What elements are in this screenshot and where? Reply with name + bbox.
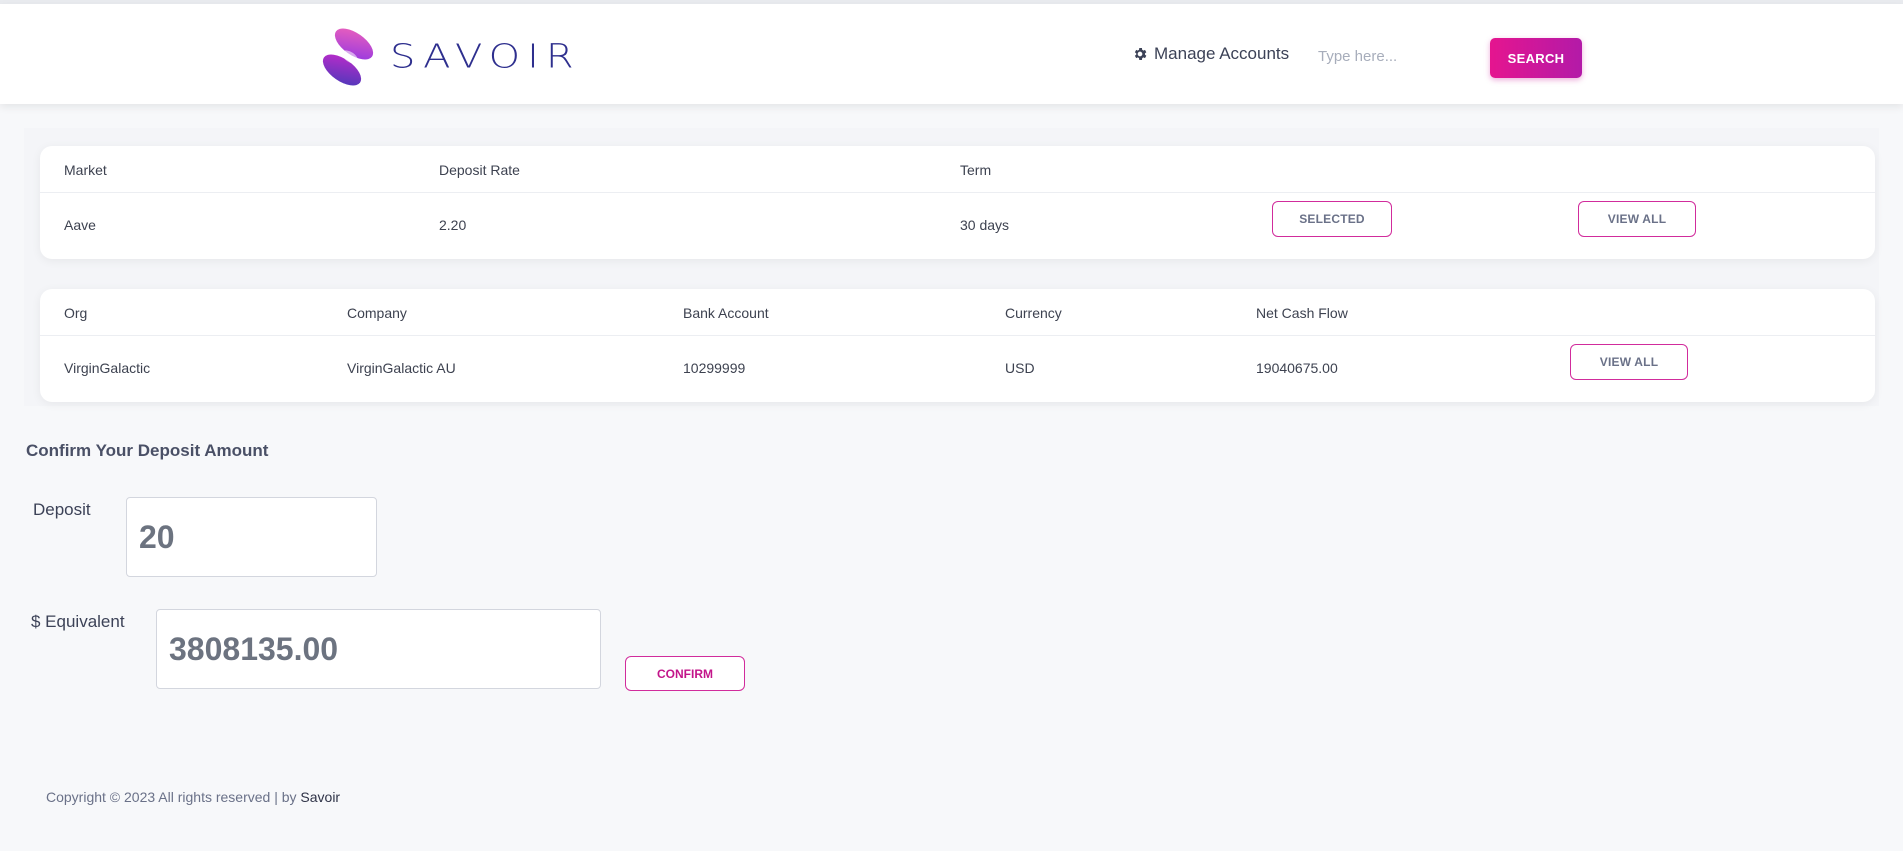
column-header-market: Market bbox=[64, 162, 107, 178]
column-header-net-cash-flow: Net Cash Flow bbox=[1256, 305, 1348, 321]
footer: Copyright © 2023 All rights reserved | b… bbox=[46, 789, 340, 805]
deposit-rate-cell: 2.20 bbox=[439, 217, 467, 233]
logo[interactable]: SAVOIR bbox=[320, 26, 581, 88]
column-header-deposit-rate: Deposit Rate bbox=[439, 162, 520, 178]
manage-accounts-link[interactable]: Manage Accounts bbox=[1132, 44, 1289, 64]
org-cell: VirginGalactic bbox=[64, 360, 151, 376]
currency-cell: USD bbox=[1005, 360, 1035, 376]
term-cell: 30 days bbox=[960, 217, 1010, 233]
column-header-term: Term bbox=[960, 162, 992, 178]
column-header-company: Company bbox=[347, 305, 407, 321]
company-cell: VirginGalactic AU bbox=[347, 360, 456, 376]
search-button[interactable]: SEARCH bbox=[1490, 38, 1582, 78]
column-header-currency: Currency bbox=[1005, 305, 1062, 321]
equivalent-input[interactable] bbox=[156, 609, 601, 689]
selected-button[interactable]: SELECTED bbox=[1272, 201, 1392, 237]
copyright-text: Copyright © 2023 All rights reserved | b… bbox=[46, 789, 301, 805]
search-input[interactable] bbox=[1310, 42, 1460, 70]
market-table: Market Deposit Rate Term Aave 2.20 30 da… bbox=[40, 146, 1875, 259]
logo-mark-icon bbox=[322, 28, 374, 86]
manage-accounts-label: Manage Accounts bbox=[1154, 44, 1290, 63]
equivalent-label: $ Equivalent bbox=[31, 612, 125, 631]
market-view-all-button[interactable]: VIEW ALL bbox=[1578, 201, 1696, 237]
deposit-label: Deposit bbox=[33, 500, 91, 519]
account-table: Org Company Bank Account Currency Net Ca… bbox=[40, 289, 1875, 402]
table-divider bbox=[40, 192, 1875, 193]
net-cash-flow-cell: 19040675.00 bbox=[1256, 360, 1338, 376]
section-title: Confirm Your Deposit Amount bbox=[26, 441, 269, 460]
confirm-button[interactable]: CONFIRM bbox=[625, 656, 745, 691]
deposit-input[interactable] bbox=[126, 497, 377, 577]
bank-account-cell: 10299999 bbox=[683, 360, 746, 376]
table-divider bbox=[40, 335, 1875, 336]
footer-brand-link[interactable]: Savoir bbox=[300, 789, 340, 805]
top-navbar: SAVOIR Manage Accounts SEARCH bbox=[0, 4, 1903, 104]
column-header-org: Org bbox=[64, 305, 88, 321]
logo-text: SAVOIR bbox=[390, 38, 581, 76]
column-header-bank-account: Bank Account bbox=[683, 305, 769, 321]
account-view-all-button[interactable]: VIEW ALL bbox=[1570, 344, 1688, 380]
market-cell: Aave bbox=[64, 217, 96, 233]
gear-icon bbox=[1134, 48, 1147, 60]
